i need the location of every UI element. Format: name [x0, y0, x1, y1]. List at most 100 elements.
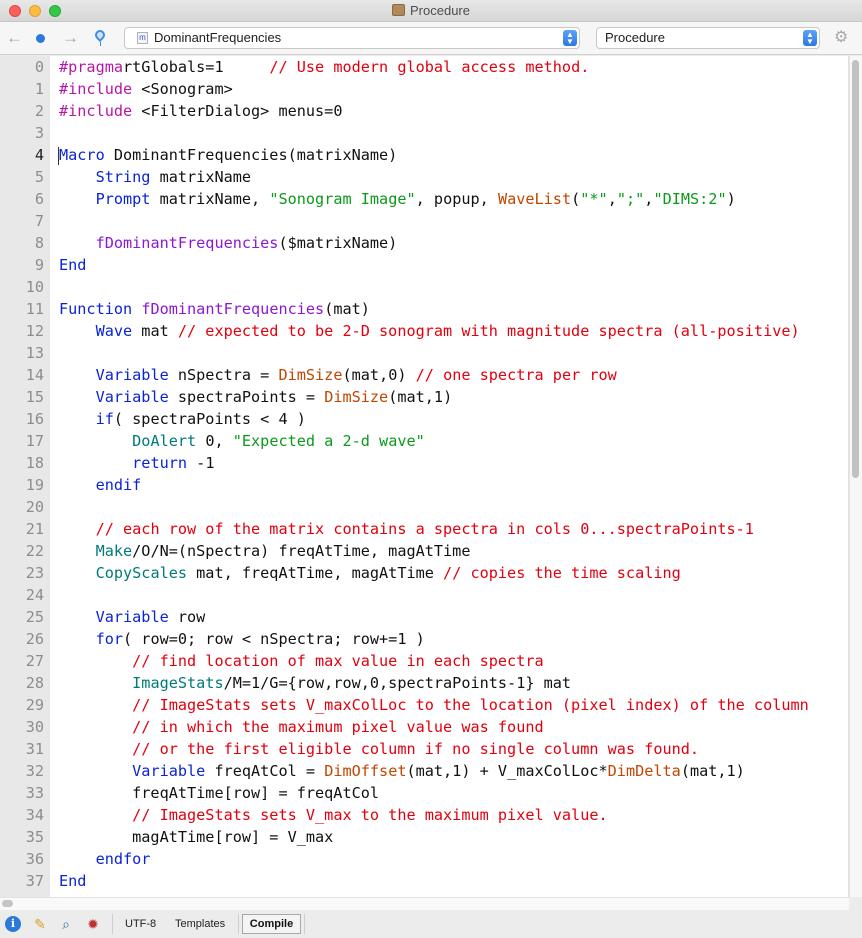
keyword: if [95, 410, 114, 428]
line-code: DoAlert 0, "Expected a 2-d wave" [59, 430, 425, 452]
line-number: 36 [25, 850, 44, 868]
code-text: -1 [187, 454, 215, 472]
code-text: (mat,1) [680, 762, 745, 780]
line-number: 19 [25, 476, 44, 494]
templates-menu[interactable]: Templates [175, 918, 225, 930]
builtin-function: DimSize [278, 366, 343, 384]
line-code: // in which the maximum pixel value was … [59, 716, 543, 738]
window-kind-select[interactable]: Procedure ▲ ▼ [596, 27, 820, 49]
encoding-label[interactable]: UTF-8 [125, 918, 156, 930]
user-function: fDominantFrequencies [141, 300, 325, 318]
status-bar: i ✎ ⌕ ✹ UTF-8 Templates Compile [0, 910, 862, 938]
comment: // expected to be 2-D sonogram with magn… [177, 322, 800, 340]
comment: // or the first eligible column if no si… [132, 740, 700, 758]
code-text: (mat) [324, 300, 370, 318]
line-number: 14 [25, 366, 44, 384]
line-number: 34 [25, 806, 44, 824]
toolbar: ← → m DominantFrequencies ▲ ▼ Procedure ▲… [0, 22, 862, 55]
keyword: Macro [59, 146, 105, 164]
line-number: 7 [34, 212, 44, 230]
line-number: 26 [25, 630, 44, 648]
line-number: 16 [25, 410, 44, 428]
string-literal: "*" [580, 190, 608, 208]
line-number: 15 [25, 388, 44, 406]
code-text: ($matrixName) [278, 234, 398, 252]
code-text: ) [726, 190, 736, 208]
code-text: ( row=0; row < nSpectra; row+=1 ) [123, 630, 425, 648]
compile-button[interactable]: Compile [242, 914, 301, 934]
stepper-chevrons-icon: ▲ ▼ [803, 30, 817, 46]
location-pin-icon[interactable] [92, 27, 108, 43]
code-text: nSpectra = [168, 366, 279, 384]
divider [112, 914, 113, 934]
code-text: mat, freqAtTime, magAtTime [187, 564, 444, 582]
operation: ImageStats [132, 674, 224, 692]
line-number: 6 [34, 190, 44, 208]
keyword: endif [95, 476, 142, 494]
code-text: matrixName, [150, 190, 270, 208]
line-number: 23 [25, 564, 44, 582]
line-code: // ImageStats sets V_maxColLoc to the lo… [59, 694, 809, 716]
string-literal: ";" [616, 190, 645, 208]
code-text: row [168, 608, 206, 626]
keyword: Variable [95, 388, 169, 406]
line-number: 33 [25, 784, 44, 802]
code-text: rtGlobals=1 [123, 58, 270, 76]
line-code: Macro DominantFrequencies(matrixName) [59, 144, 397, 166]
forward-arrow-icon[interactable]: → [62, 28, 79, 48]
procedure-select[interactable]: m DominantFrequencies ▲ ▼ [124, 27, 580, 49]
code-text: (mat,1) [388, 388, 453, 406]
line-number: 31 [25, 740, 44, 758]
pencil-icon[interactable]: ✎ [32, 916, 48, 932]
line-code: freqAtTime[row] = freqAtCol [59, 782, 379, 804]
keyword: String [95, 168, 151, 186]
current-position-dot-icon[interactable] [36, 34, 45, 43]
code-text: (mat,1) + V_maxColLoc* [406, 762, 608, 780]
line-code: // or the first eligible column if no si… [59, 738, 699, 760]
string-literal: "Expected a 2-d wave" [232, 432, 425, 450]
keyword: Variable [132, 762, 206, 780]
line-code: Variable spectraPoints = DimSize(mat,1) [59, 386, 453, 408]
line-number: 21 [25, 520, 44, 538]
code-text: ( spectraPoints < 4 ) [113, 410, 306, 428]
line-number: 18 [25, 454, 44, 472]
operation: DoAlert [132, 432, 197, 450]
line-code: // each row of the matrix contains a spe… [59, 518, 754, 540]
comment: // find location of max value in each sp… [132, 652, 544, 670]
line-code: Function fDominantFrequencies(mat) [59, 298, 370, 320]
line-number: 10 [25, 278, 44, 296]
vertical-scrollbar-thumb[interactable] [852, 60, 859, 478]
gear-icon[interactable]: ⚙ [834, 30, 850, 46]
line-code: String matrixName [59, 166, 251, 188]
back-arrow-icon[interactable]: ← [6, 28, 23, 48]
info-icon[interactable]: i [5, 916, 21, 932]
comment: // each row of the matrix contains a spe… [95, 520, 754, 538]
macro-icon: m [137, 32, 148, 44]
builtin-function: DimSize [324, 388, 389, 406]
code-text: , [607, 190, 617, 208]
magnifier-icon[interactable]: ⌕ [58, 916, 74, 932]
preprocessor: #include [59, 80, 133, 98]
procedure-select-value: DominantFrequencies [154, 30, 282, 45]
line-number: 5 [34, 168, 44, 186]
line-number: 3 [34, 124, 44, 142]
debugger-bug-icon[interactable]: ✹ [85, 916, 101, 932]
keyword: End [59, 256, 87, 274]
line-number: 35 [25, 828, 44, 846]
code-text: mat [132, 322, 178, 340]
line-number: 9 [34, 256, 44, 274]
horizontal-scrollbar[interactable] [0, 897, 849, 910]
line-code: // ImageStats sets V_max to the maximum … [59, 804, 607, 826]
code-text: (mat,0) [342, 366, 416, 384]
horizontal-scrollbar-thumb[interactable] [2, 900, 13, 907]
code-editor[interactable]: 0 #pragmartGlobals=1 // Use modern global… [0, 56, 849, 897]
